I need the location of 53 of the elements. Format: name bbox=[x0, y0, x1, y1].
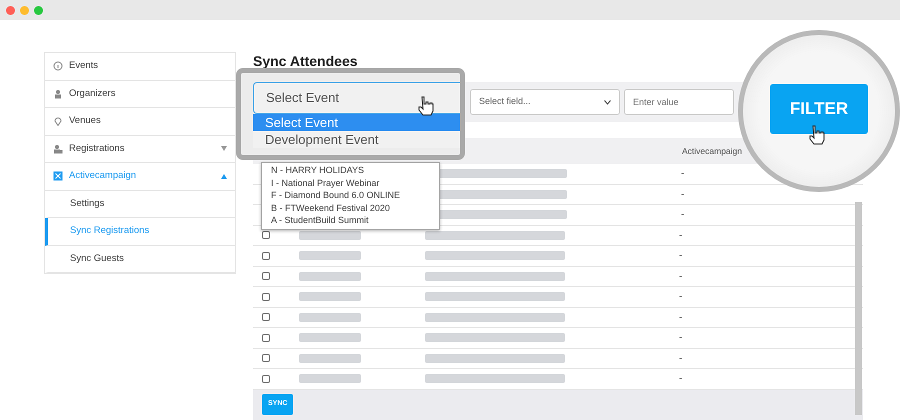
dropdown-option[interactable]: Development Event bbox=[253, 131, 460, 148]
redacted-bar bbox=[299, 374, 361, 384]
dropdown-option[interactable]: A - StudentBuild Summit bbox=[262, 214, 439, 226]
column-header: Activecampaign bbox=[682, 144, 742, 158]
sidebar-item[interactable]: Events bbox=[45, 53, 235, 80]
sidebar-subitem[interactable]: Settings bbox=[45, 190, 235, 218]
status-cell-text: - bbox=[679, 249, 682, 264]
sidebar-item[interactable]: Venues bbox=[45, 108, 235, 136]
status-cell-text: - bbox=[681, 188, 684, 202]
pin-icon bbox=[53, 116, 63, 126]
redacted-bar bbox=[299, 272, 361, 281]
row-checkbox[interactable] bbox=[262, 252, 270, 260]
redacted-bar bbox=[299, 312, 361, 322]
status-cell-text: - bbox=[679, 228, 682, 243]
value-input[interactable]: Enter value bbox=[624, 89, 734, 115]
dropdown-option[interactable]: N - HARRY HOLIDAYS bbox=[262, 164, 439, 176]
crossed-square-icon bbox=[53, 171, 63, 182]
redacted-bar bbox=[299, 292, 361, 302]
window-dot[interactable] bbox=[34, 6, 43, 14]
sidebar-subitem[interactable]: Sync Guests bbox=[45, 246, 235, 273]
info-icon bbox=[53, 61, 63, 72]
window-dot[interactable] bbox=[6, 6, 15, 14]
redacted-bar bbox=[299, 333, 361, 342]
row-checkbox[interactable] bbox=[262, 272, 270, 280]
row-checkbox[interactable] bbox=[262, 374, 270, 383]
status-cell-text: - bbox=[679, 352, 682, 366]
row-checkbox[interactable] bbox=[262, 292, 270, 301]
status-cell-text: - bbox=[679, 331, 682, 346]
dropdown-option[interactable]: B - FTWeekend Festival 2020 bbox=[262, 202, 439, 214]
status-cell-text: - bbox=[679, 310, 682, 325]
window-dot[interactable] bbox=[20, 6, 29, 14]
redacted-bar bbox=[299, 354, 361, 363]
redacted-bar bbox=[299, 230, 361, 240]
redacted-bar bbox=[299, 251, 361, 260]
dropdown-option[interactable]: F - Diamond Bound 6.0 ONLINE bbox=[262, 189, 439, 202]
event-select[interactable]: Select Event bbox=[253, 82, 460, 114]
sidebar-item[interactable]: Registrations bbox=[45, 136, 235, 163]
people-icon bbox=[53, 144, 63, 154]
status-cell-text: - bbox=[681, 208, 684, 222]
status-cell-text: - bbox=[679, 270, 682, 284]
page-title: Sync Attendees bbox=[253, 52, 359, 71]
row-checkbox[interactable] bbox=[262, 231, 270, 240]
dropdown-option[interactable]: I - National Prayer Webinar bbox=[262, 176, 439, 189]
row-checkbox[interactable] bbox=[262, 313, 270, 322]
chevron-down-icon bbox=[604, 100, 611, 104]
person-icon bbox=[53, 88, 63, 99]
sidebar-item[interactable]: Organizers bbox=[45, 80, 235, 108]
status-cell-text: - bbox=[679, 372, 682, 386]
field-select[interactable]: Select field... bbox=[470, 89, 620, 115]
row-checkbox[interactable] bbox=[262, 334, 270, 342]
status-cell-text: - bbox=[681, 167, 684, 182]
status-cell-text: - bbox=[679, 290, 682, 304]
row-checkbox[interactable] bbox=[262, 354, 270, 362]
